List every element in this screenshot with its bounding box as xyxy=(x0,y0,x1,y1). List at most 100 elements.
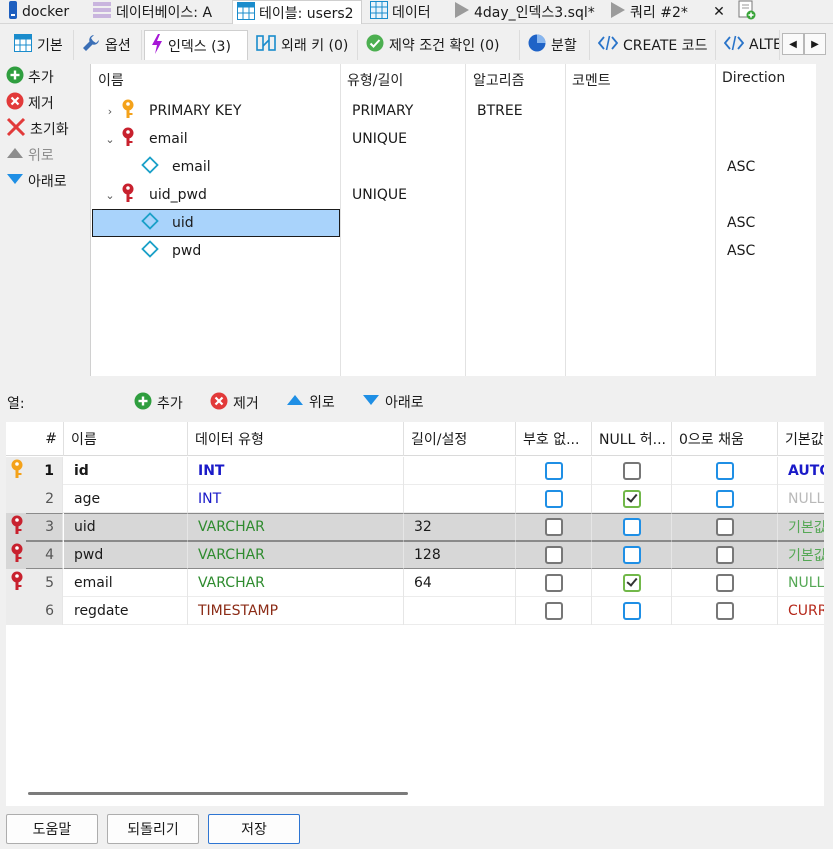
remove-column-button[interactable]: 제거 xyxy=(210,392,259,414)
index-header-direction[interactable]: Direction xyxy=(722,70,785,92)
zerofill-checkbox[interactable] xyxy=(715,490,734,508)
table-row[interactable]: 1 id INT AUTO_INCREMENT xyxy=(6,457,824,485)
index-row-email[interactable]: ⌄ email UNIQUE xyxy=(91,125,815,153)
tab-check-constraints[interactable]: 제약 조건 확인 (0) xyxy=(360,30,520,60)
column-length[interactable]: 32 xyxy=(404,513,516,541)
allow-null-checkbox[interactable] xyxy=(622,462,641,480)
column-default[interactable]: 기본값 없음 xyxy=(778,541,824,569)
column-default[interactable]: NULL xyxy=(778,485,824,513)
index-row-primary[interactable]: › PRIMARY KEY PRIMARY BTREE xyxy=(91,97,815,125)
tab-create-code[interactable]: CREATE 코드 xyxy=(592,30,716,60)
unsigned-checkbox[interactable] xyxy=(544,490,563,508)
header-allow-null[interactable]: NULL 허... xyxy=(592,422,672,456)
zerofill-checkbox[interactable] xyxy=(715,518,734,536)
close-tab-button[interactable]: ✕ xyxy=(708,0,730,24)
column-default[interactable]: CURRENT_TIMESTAMP xyxy=(778,597,824,625)
table-row[interactable]: 5 email VARCHAR 64 NULL xyxy=(6,569,824,597)
index-column-row-selected[interactable]: uid ASC xyxy=(91,209,815,237)
collapse-arrow-icon[interactable]: ⌄ xyxy=(103,189,117,202)
table-row[interactable]: 2 age INT NULL xyxy=(6,485,824,513)
tab-query-2[interactable]: 쿼리 #2* xyxy=(606,0,706,24)
tab-options[interactable]: 옵션 xyxy=(76,30,142,60)
allow-null-checkbox[interactable] xyxy=(622,574,641,592)
column-name[interactable]: email xyxy=(64,569,188,597)
zerofill-checkbox[interactable] xyxy=(715,462,734,480)
header-default[interactable]: 기본값 xyxy=(778,422,824,456)
column-length[interactable]: 64 xyxy=(404,569,516,597)
index-column-row[interactable]: email ASC xyxy=(91,153,815,181)
tab-table-users2[interactable]: 테이블: users2 xyxy=(232,0,362,24)
move-index-up-button[interactable]: 위로 xyxy=(6,142,90,168)
column-length[interactable] xyxy=(404,457,516,485)
column-datatype[interactable]: INT xyxy=(188,457,404,485)
horizontal-scrollbar[interactable] xyxy=(28,792,408,795)
tab-docker[interactable]: docker xyxy=(4,0,84,24)
unsigned-checkbox[interactable] xyxy=(544,546,563,564)
tab-basic[interactable]: 기본 xyxy=(8,30,74,60)
header-unsigned[interactable]: 부호 없... xyxy=(516,422,592,456)
zerofill-checkbox[interactable] xyxy=(715,574,734,592)
unsigned-checkbox[interactable] xyxy=(544,462,563,480)
column-name[interactable]: id xyxy=(64,457,188,485)
table-row[interactable]: 6 regdate TIMESTAMP CURRENT_TIMESTAMP xyxy=(6,597,824,625)
expand-arrow-icon[interactable]: › xyxy=(103,105,117,118)
column-name[interactable]: uid xyxy=(64,513,188,541)
column-datatype[interactable]: INT xyxy=(188,485,404,513)
column-datatype[interactable]: TIMESTAMP xyxy=(188,597,404,625)
tab-database[interactable]: 데이터베이스: A xyxy=(88,0,230,24)
index-header-comment[interactable]: 코멘트 xyxy=(572,70,611,92)
column-default[interactable]: NULL xyxy=(778,569,824,597)
tab-scroll-left-button[interactable]: ◀ xyxy=(782,33,804,55)
tab-foreign-keys[interactable]: 외래 키 (0) xyxy=(250,30,358,60)
new-query-tab-button[interactable] xyxy=(734,0,760,24)
index-header-name[interactable]: 이름 xyxy=(98,70,124,92)
column-length[interactable]: 128 xyxy=(404,541,516,569)
column-length[interactable] xyxy=(404,485,516,513)
move-column-up-button[interactable]: 위로 xyxy=(286,392,335,412)
clear-indexes-button[interactable]: 초기화 xyxy=(6,116,90,142)
index-header-algorithm[interactable]: 알고리즘 xyxy=(473,70,525,92)
add-column-button[interactable]: 추가 xyxy=(134,392,183,414)
remove-index-button[interactable]: 제거 xyxy=(6,90,90,116)
table-row[interactable]: 3 uid VARCHAR 32 기본값 없음 xyxy=(6,513,824,541)
unsigned-checkbox[interactable] xyxy=(544,602,563,620)
save-button[interactable]: 저장 xyxy=(208,814,300,844)
column-default[interactable]: 기본값 없음 xyxy=(778,513,824,541)
tab-indexes[interactable]: 인덱스 (3) xyxy=(144,30,248,60)
move-index-down-button[interactable]: 아래로 xyxy=(6,168,90,194)
header-datatype[interactable]: 데이터 유형 xyxy=(188,422,404,456)
zerofill-checkbox[interactable] xyxy=(715,546,734,564)
allow-null-checkbox[interactable] xyxy=(622,518,641,536)
zerofill-checkbox[interactable] xyxy=(715,602,734,620)
column-name[interactable]: pwd xyxy=(64,541,188,569)
index-row-uid-pwd[interactable]: ⌄ uid_pwd UNIQUE xyxy=(91,181,815,209)
tab-partitions[interactable]: 분할 xyxy=(522,30,590,60)
header-name[interactable]: 이름 xyxy=(64,422,188,456)
column-datatype[interactable]: VARCHAR xyxy=(188,513,404,541)
index-column-row[interactable]: pwd ASC xyxy=(91,237,815,265)
index-header-type[interactable]: 유형/길이 xyxy=(347,70,403,92)
help-button[interactable]: 도움말 xyxy=(6,814,98,844)
table-row[interactable]: 4 pwd VARCHAR 128 기본값 없음 xyxy=(6,541,824,569)
allow-null-checkbox[interactable] xyxy=(622,546,641,564)
collapse-arrow-icon[interactable]: ⌄ xyxy=(103,133,117,146)
unsigned-checkbox[interactable] xyxy=(544,574,563,592)
column-name[interactable]: regdate xyxy=(64,597,188,625)
add-index-button[interactable]: 추가 xyxy=(6,64,90,90)
tab-data[interactable]: 데이터 xyxy=(366,0,446,24)
allow-null-checkbox[interactable] xyxy=(622,602,641,620)
allow-null-checkbox[interactable] xyxy=(622,490,641,508)
column-length[interactable] xyxy=(404,597,516,625)
tab-alter-code[interactable]: ALTER xyxy=(718,30,780,60)
header-number[interactable]: # xyxy=(6,422,64,456)
column-datatype[interactable]: VARCHAR xyxy=(188,541,404,569)
header-zerofill[interactable]: 0으로 채움 xyxy=(672,422,778,456)
tab-sql-file[interactable]: 4day_인덱스3.sql* xyxy=(450,0,604,24)
discard-button[interactable]: 되돌리기 xyxy=(107,814,199,844)
unsigned-checkbox[interactable] xyxy=(544,518,563,536)
column-datatype[interactable]: VARCHAR xyxy=(188,569,404,597)
header-length[interactable]: 길이/설정 xyxy=(404,422,516,456)
tab-scroll-right-button[interactable]: ▶ xyxy=(804,33,826,55)
column-name[interactable]: age xyxy=(64,485,188,513)
column-default[interactable]: AUTO_INCREMENT xyxy=(778,457,824,485)
